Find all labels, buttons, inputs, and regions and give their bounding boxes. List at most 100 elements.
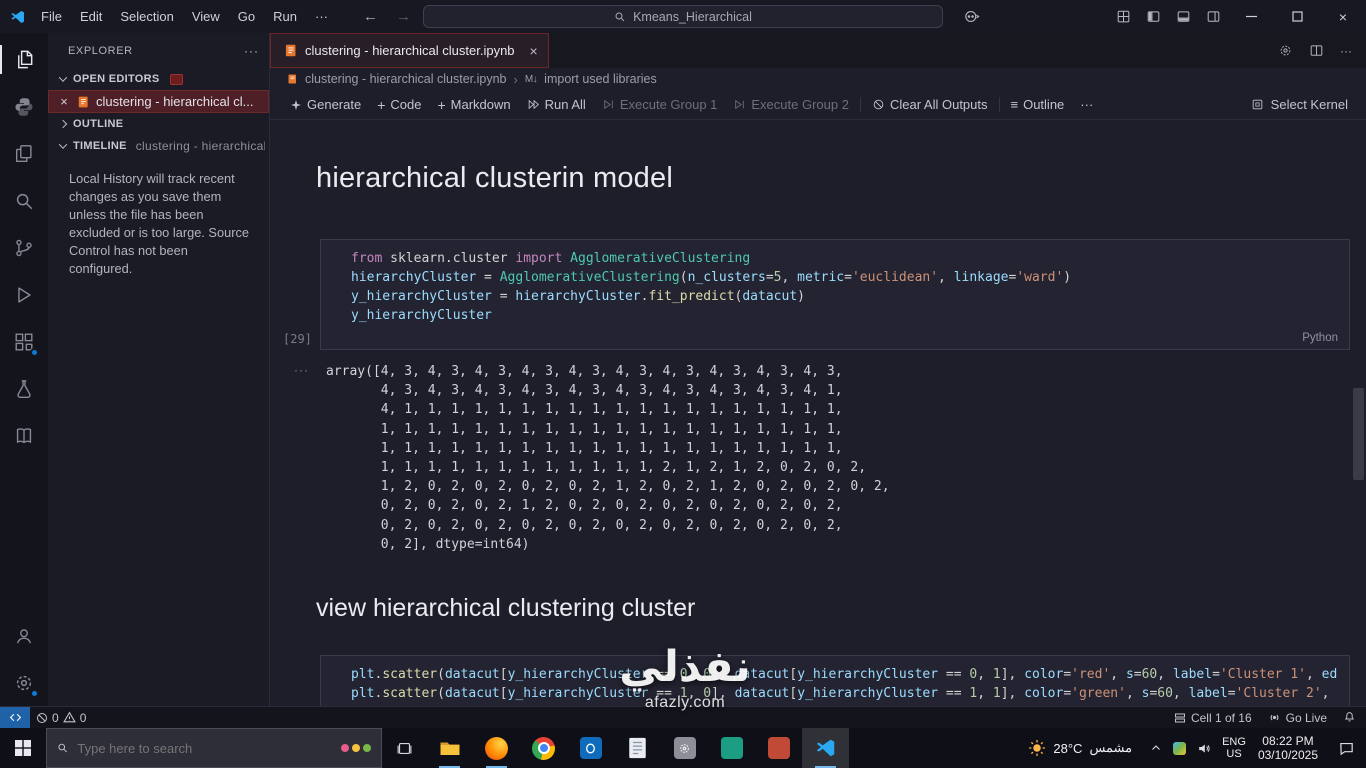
titlebar-actions: × (1108, 0, 1366, 33)
add-code-cell-button[interactable]: + Code (369, 94, 429, 115)
code-line[interactable]: hierarchyCluster = AgglomerativeClusteri… (351, 268, 1337, 287)
breadcrumb-section[interactable]: import used libraries (544, 72, 657, 86)
language-indicator[interactable]: ENG US (1218, 736, 1250, 760)
hidden-icons-chevron[interactable] (1150, 742, 1162, 754)
start-button[interactable] (0, 728, 46, 768)
code-cell-editor[interactable]: plt.scatter(datacut[y_hierarchyCluster =… (320, 655, 1350, 706)
menu-go[interactable]: Go (229, 0, 264, 33)
python-icon[interactable] (0, 83, 48, 130)
generate-button[interactable]: Generate (282, 94, 369, 115)
menu-edit[interactable]: Edit (71, 0, 111, 33)
cell-output: ··· array([4, 3, 4, 3, 4, 3, 4, 3, 4, 3,… (294, 362, 1350, 554)
weather-widget[interactable]: 28°C مشمس (1016, 739, 1144, 757)
close-button[interactable]: × (1320, 0, 1366, 33)
settings-gear-icon[interactable] (0, 659, 48, 706)
notebook-toolbar: Generate + Code + Markdown Run All Execu… (270, 90, 1366, 120)
account-icon[interactable] (0, 612, 48, 659)
speaker-icon[interactable] (1197, 741, 1212, 756)
notifications-bell-icon[interactable] (1343, 711, 1356, 724)
file-explorer-app[interactable] (426, 728, 473, 768)
store-app[interactable] (708, 728, 755, 768)
firefox-app[interactable] (473, 728, 520, 768)
toggle-panel-icon[interactable] (1168, 0, 1198, 33)
code-line[interactable]: y_hierarchyCluster (351, 306, 1337, 325)
chevron-right-icon (58, 119, 68, 129)
tab-clustering-notebook[interactable]: clustering - hierarchical cluster.ipynb … (270, 33, 549, 68)
menu-run[interactable]: Run (264, 0, 306, 33)
minimize-button[interactable] (1228, 0, 1274, 33)
action-center-icon[interactable] (1326, 740, 1366, 757)
menu-view[interactable]: View (183, 0, 229, 33)
markdown-heading-2[interactable]: view hierarchical clustering cluster (316, 594, 1366, 623)
toggle-secondary-sidebar-icon[interactable] (1198, 0, 1228, 33)
taskbar-search[interactable] (46, 728, 382, 768)
outline-button[interactable]: ≡ Outline (1003, 94, 1073, 115)
customize-layout-icon[interactable] (1108, 0, 1138, 33)
toolbar-more-icon[interactable]: ··· (1072, 94, 1101, 115)
code-line[interactable]: from sklearn.cluster import Agglomerativ… (351, 249, 1337, 268)
copilot-icon[interactable] (963, 8, 980, 25)
split-editor-icon[interactable] (1309, 43, 1324, 58)
editor-more-actions-icon[interactable]: ··· (1340, 44, 1352, 58)
close-editor-icon[interactable]: × (57, 94, 71, 109)
clock[interactable]: 08:22 PM 03/10/2025 (1250, 734, 1326, 762)
output-menu-icon[interactable]: ··· (294, 363, 309, 377)
back-arrow-icon[interactable]: ← (363, 8, 378, 25)
tray-color-icon[interactable] (1173, 741, 1187, 755)
code-line[interactable]: y_hierarchyCluster = hierarchyCluster.fi… (351, 287, 1337, 306)
code-line[interactable]: plt.scatter(datacut[y_hierarchyCluster =… (351, 684, 1337, 703)
search-highlight-icon (341, 744, 371, 752)
editor-scrollbar[interactable] (1353, 388, 1364, 480)
markdown-heading-1[interactable]: hierarchical clusterin model (316, 162, 1366, 195)
sparkle-icon (291, 99, 301, 110)
forward-arrow-icon[interactable]: → (396, 8, 411, 25)
vscode-app[interactable] (802, 728, 849, 768)
code-line[interactable]: plt.scatter(datacut[y_hierarchyCluster =… (351, 665, 1337, 684)
extensions-icon[interactable] (0, 318, 48, 365)
go-live-button[interactable]: Go Live (1268, 711, 1327, 725)
explorer-icon[interactable] (0, 36, 48, 83)
toggle-primary-sidebar-icon[interactable] (1138, 0, 1168, 33)
jupyter-notebook-icon[interactable] (0, 412, 48, 459)
menu-file[interactable]: File (32, 0, 71, 33)
menu-selection[interactable]: Selection (111, 0, 182, 33)
execute-group-1-button[interactable]: Execute Group 1 (594, 94, 726, 115)
command-center-search[interactable]: Kmeans_Hierarchical (423, 5, 943, 28)
windows-taskbar: 28°C مشمس ENG US 08:22 PM 03/10/2025 (0, 728, 1366, 768)
task-view-button[interactable] (382, 728, 426, 768)
documents-icon[interactable] (0, 130, 48, 177)
configure-notebook-icon[interactable] (1278, 43, 1293, 58)
cell-language-label[interactable]: Python (1302, 332, 1338, 344)
chrome-app[interactable] (520, 728, 567, 768)
tab-close-icon[interactable]: × (530, 43, 538, 59)
timeline-header[interactable]: TIMELINE clustering - hierarchical clus.… (48, 135, 269, 157)
cell-indicator[interactable]: Cell 1 of 16 (1174, 711, 1252, 725)
settings-app[interactable] (661, 728, 708, 768)
sidebar-more-actions-icon[interactable]: ··· (244, 44, 259, 58)
add-markdown-cell-button[interactable]: + Markdown (429, 94, 518, 115)
problems-indicator[interactable]: 0 0 (30, 711, 92, 725)
open-editors-header[interactable]: OPEN EDITORS (48, 68, 269, 90)
menu-more[interactable]: ··· (306, 0, 337, 33)
photos-app[interactable] (755, 728, 802, 768)
remote-indicator[interactable] (0, 707, 30, 728)
search-sidebar-icon[interactable] (0, 177, 48, 224)
select-kernel-button[interactable]: Select Kernel (1251, 97, 1356, 112)
run-debug-icon[interactable] (0, 271, 48, 318)
code-cell-editor[interactable]: from sklearn.cluster import Agglomerativ… (320, 239, 1350, 350)
run-all-button[interactable]: Run All (519, 94, 594, 115)
testing-icon[interactable] (0, 365, 48, 412)
chevron-down-icon (58, 140, 68, 149)
source-control-icon[interactable] (0, 224, 48, 271)
outline-header[interactable]: OUTLINE (48, 113, 269, 135)
breadcrumb-file[interactable]: clustering - hierarchical cluster.ipynb (305, 72, 506, 86)
clear-all-outputs-button[interactable]: Clear All Outputs (864, 94, 996, 115)
execute-group-2-button[interactable]: Execute Group 2 (725, 94, 857, 115)
run-all-icon (528, 99, 539, 110)
open-editor-item[interactable]: × clustering - hierarchical cl... (48, 90, 269, 113)
taskbar-search-input[interactable] (77, 740, 332, 756)
notepad-app[interactable] (614, 728, 661, 768)
outlook-app[interactable] (567, 728, 614, 768)
cells-icon (1174, 713, 1185, 722)
maximize-button[interactable] (1274, 0, 1320, 33)
